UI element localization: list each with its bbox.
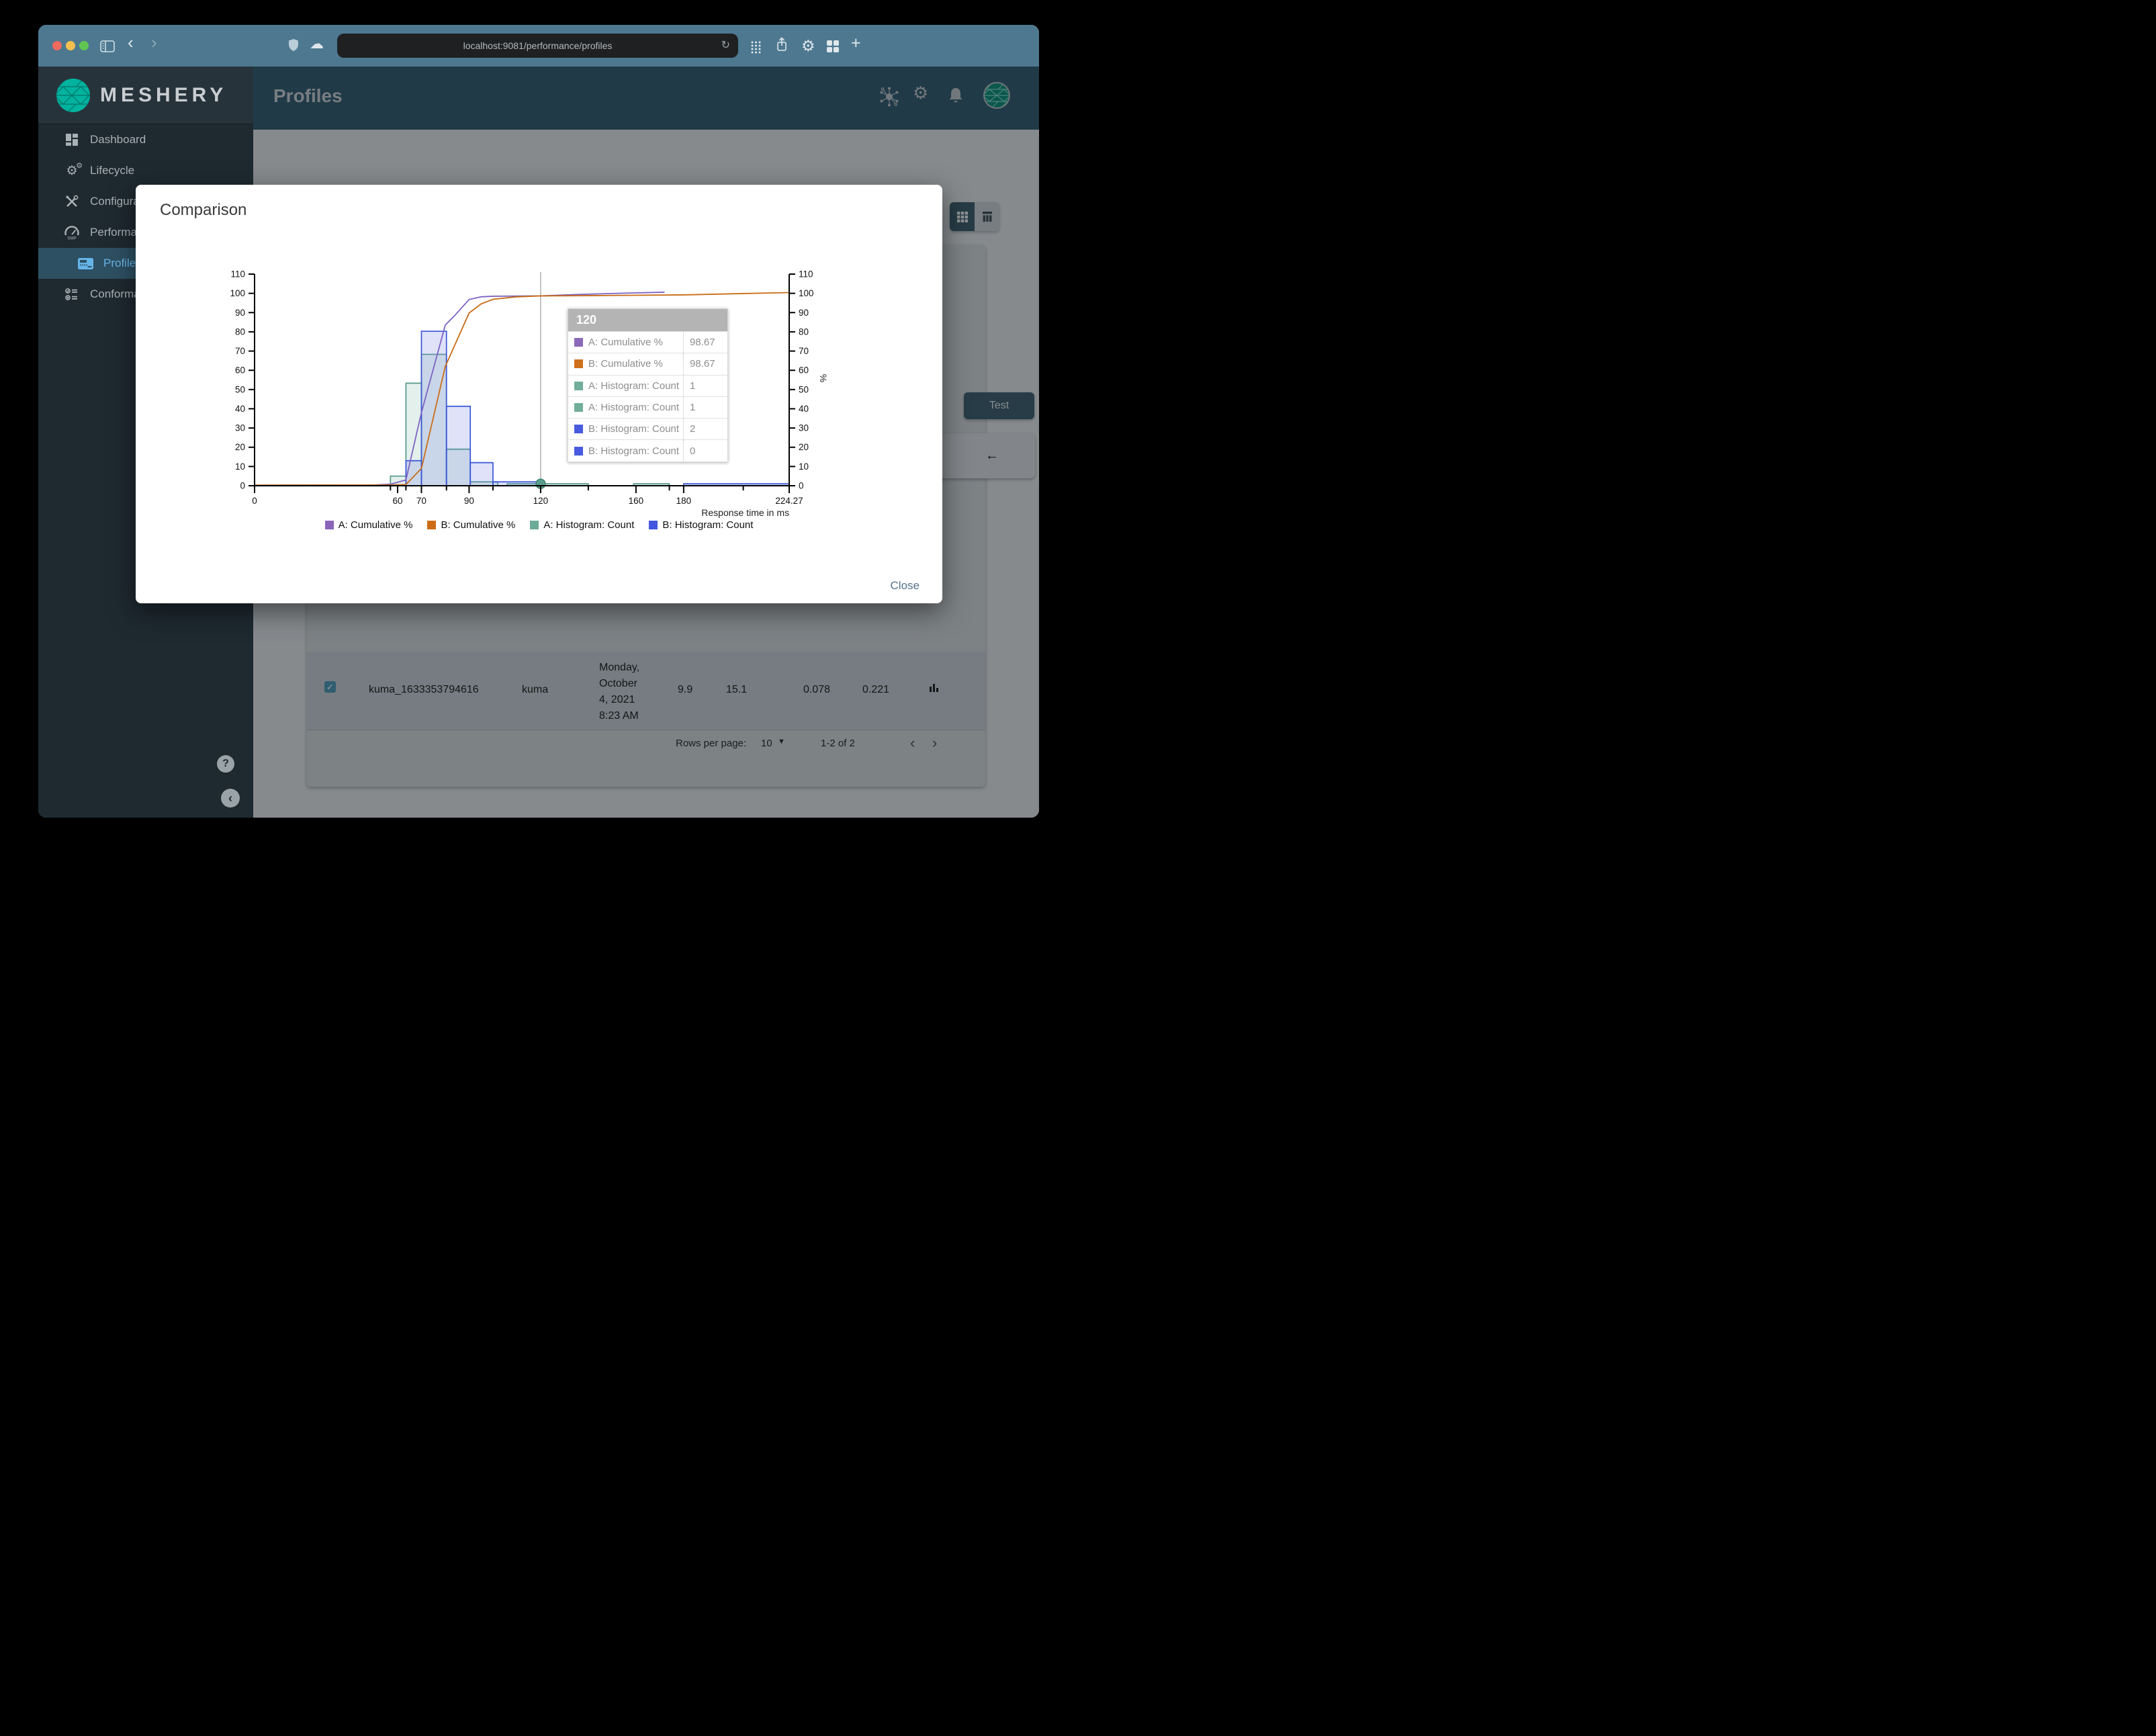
svg-text:110: 110 <box>799 269 813 279</box>
svg-text:224.27: 224.27 <box>775 496 803 506</box>
legend-swatch <box>324 521 334 529</box>
legend-item[interactable]: A: Histogram: Count <box>530 519 634 531</box>
svg-text:20: 20 <box>235 442 245 452</box>
tooltip-swatch <box>574 338 583 347</box>
tooltip-swatch <box>574 425 583 434</box>
svg-text:20: 20 <box>799 442 809 452</box>
svg-text:40: 40 <box>799 404 809 414</box>
browser-window: ‹ › ☁ localhost:9081/performance/profile… <box>38 25 1039 818</box>
legend-swatch <box>427 521 437 529</box>
legend-item[interactable]: B: Histogram: Count <box>649 519 753 531</box>
svg-text:10: 10 <box>799 462 809 472</box>
sidebar-item-label: Dashboard <box>90 133 146 146</box>
back-button[interactable]: ‹ <box>128 33 134 52</box>
legend-swatch <box>649 521 658 529</box>
tab-groups-icon[interactable] <box>751 40 761 58</box>
svg-text:40: 40 <box>235 404 245 414</box>
tooltip-row: B: Cumulative % 98.67 <box>568 353 727 375</box>
url-text: localhost:9081/performance/profiles <box>463 40 613 51</box>
tooltip-swatch <box>574 381 583 390</box>
sidebar-item-lifecycle[interactable]: ⚙ ⚙ Lifecycle <box>38 155 253 186</box>
x-axis-label: Response time in ms <box>701 507 789 518</box>
svg-text:180: 180 <box>676 496 692 506</box>
tooltip-row: A: Histogram: Count 1 <box>568 374 727 396</box>
tooltip-row: B: Histogram: Count 2 <box>568 418 727 440</box>
app-logo-text: MESHERY <box>100 83 228 106</box>
close-window-button[interactable] <box>52 41 62 50</box>
svg-text:70: 70 <box>799 346 809 356</box>
svg-text:0: 0 <box>252 496 257 506</box>
legend-swatch <box>530 521 539 529</box>
lifecycle-gears-icon: ⚙ ⚙ <box>66 161 83 178</box>
svg-text:0: 0 <box>240 481 245 491</box>
smp-speedometer-icon: SMP <box>64 225 80 240</box>
chart-tooltip: 120 A: Cumulative % 98.67 B: Cumulative %… <box>568 308 728 462</box>
tooltip-row: B: Histogram: Count 0 <box>568 439 727 462</box>
comparison-modal: Comparison 0 0 10 10 20 20 30 30 40 40 50 50 60 60 70 7… <box>136 185 942 603</box>
svg-text:60: 60 <box>799 365 809 376</box>
settings-gear-icon[interactable]: ⚙ <box>801 36 815 55</box>
collapse-sidebar-button[interactable]: ‹ <box>221 789 240 808</box>
privacy-shield-icon[interactable] <box>288 38 299 56</box>
tooltip-swatch <box>574 359 583 369</box>
svg-text:70: 70 <box>235 346 245 356</box>
conformance-checklist-icon <box>64 288 80 301</box>
y-axis-right-label: % <box>818 374 829 383</box>
svg-text:90: 90 <box>235 308 245 318</box>
tooltip-row: A: Cumulative % 98.67 <box>568 331 727 353</box>
modal-title: Comparison <box>160 201 247 219</box>
svg-text:100: 100 <box>230 288 245 298</box>
comparison-chart: 0 010 1020 2030 3040 4050 5060 6070 7080 8090 9010… <box>230 269 814 507</box>
sidebar-toggle-icon[interactable] <box>100 38 115 57</box>
svg-text:50: 50 <box>799 384 809 394</box>
cloud-icon[interactable]: ☁ <box>310 35 324 54</box>
svg-text:160: 160 <box>629 496 644 506</box>
meshery-logo-icon <box>56 78 90 112</box>
tooltip-row: A: Histogram: Count 1 <box>568 396 727 419</box>
tooltip-swatch <box>574 403 583 413</box>
svg-text:60: 60 <box>392 496 402 506</box>
svg-text:30: 30 <box>799 423 809 433</box>
help-button[interactable]: ? <box>217 755 234 773</box>
svg-text:SMP: SMP <box>67 236 77 240</box>
tooltip-header: 120 <box>568 309 727 331</box>
close-button[interactable]: Close <box>891 579 919 593</box>
meshery-logo[interactable]: MESHERY <box>38 67 253 124</box>
tooltip-swatch <box>574 446 583 455</box>
share-icon[interactable] <box>776 37 788 56</box>
legend-item[interactable]: B: Cumulative % <box>427 519 515 531</box>
svg-text:10: 10 <box>235 462 245 472</box>
forward-button[interactable]: › <box>151 33 157 52</box>
svg-text:60: 60 <box>235 365 245 376</box>
svg-text:70: 70 <box>416 496 426 506</box>
sidebar-item-label: Lifecycle <box>90 164 135 177</box>
profiles-card-icon <box>77 257 93 269</box>
svg-text:90: 90 <box>799 308 809 318</box>
svg-text:30: 30 <box>235 423 245 433</box>
refresh-icon[interactable]: ↻ <box>721 34 730 58</box>
zoom-window-button[interactable] <box>79 41 89 50</box>
chart-legend: A: Cumulative % B: Cumulative % A: Histo… <box>136 519 942 531</box>
svg-text:0: 0 <box>799 481 804 491</box>
svg-text:50: 50 <box>235 384 245 394</box>
svg-text:90: 90 <box>464 496 474 506</box>
svg-text:80: 80 <box>235 327 245 337</box>
browser-toolbar: ‹ › ☁ localhost:9081/performance/profile… <box>38 25 1039 67</box>
svg-text:110: 110 <box>230 269 245 279</box>
minimize-window-button[interactable] <box>66 41 75 50</box>
tab-overview-icon[interactable] <box>827 38 839 57</box>
sidebar-item-dashboard[interactable]: Dashboard <box>38 124 253 155</box>
svg-text:100: 100 <box>799 288 814 298</box>
tools-icon <box>64 195 80 208</box>
svg-text:120: 120 <box>533 496 549 506</box>
dashboard-icon <box>64 133 80 146</box>
legend-item[interactable]: A: Cumulative % <box>324 519 412 531</box>
svg-text:80: 80 <box>799 327 809 337</box>
address-bar[interactable]: localhost:9081/performance/profiles ↻ <box>337 34 738 58</box>
new-tab-icon[interactable]: + <box>851 34 861 52</box>
